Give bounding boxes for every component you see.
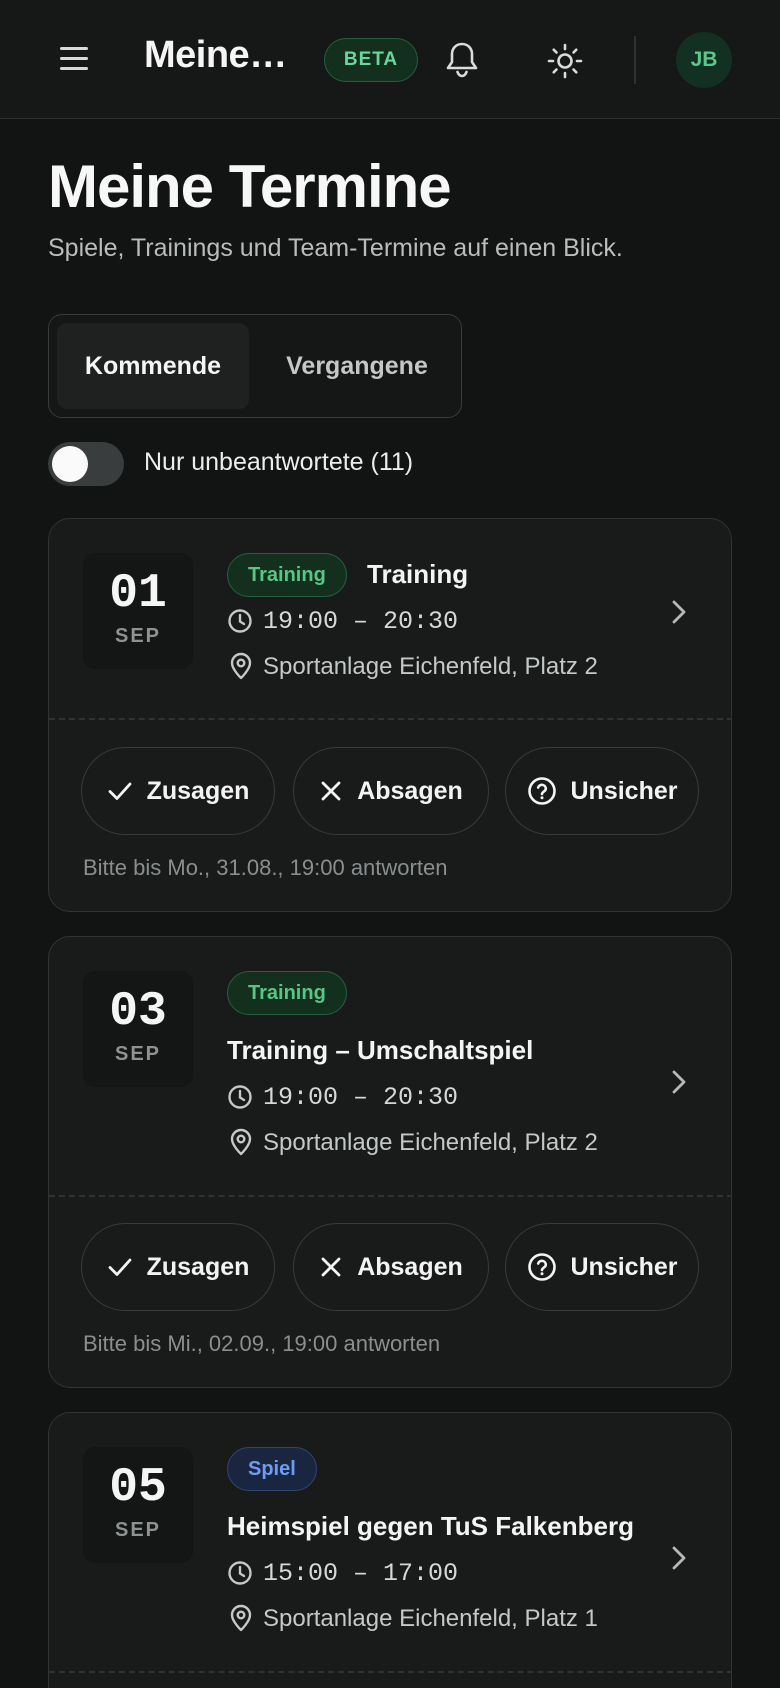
event-card: 01 SEP Training Training 19:00 – 20:30 S… bbox=[48, 518, 732, 912]
date-box: 01 SEP bbox=[83, 553, 193, 669]
tab-upcoming[interactable]: Kommende bbox=[57, 323, 249, 409]
event-type-badge: Spiel bbox=[227, 1447, 317, 1491]
toggle-knob bbox=[52, 446, 88, 482]
event-type-badge: Training bbox=[227, 971, 347, 1015]
card-divider bbox=[49, 1195, 731, 1197]
maybe-label: Unsicher bbox=[570, 1252, 678, 1281]
tab-switcher: Kommende Vergangene bbox=[48, 314, 462, 418]
chevron-right-icon[interactable] bbox=[669, 1543, 689, 1573]
location-pin-icon bbox=[230, 1128, 252, 1156]
page-title: Meine Termine bbox=[48, 153, 452, 220]
app-title: Meine… bbox=[144, 34, 287, 76]
accept-button[interactable]: Zusagen bbox=[81, 1223, 275, 1311]
accept-button[interactable]: Zusagen bbox=[81, 747, 275, 835]
clock-icon bbox=[228, 1085, 252, 1109]
beta-badge: BETA bbox=[324, 38, 418, 82]
chevron-right-icon[interactable] bbox=[669, 597, 689, 627]
date-day: 03 bbox=[109, 985, 167, 1039]
date-day: 01 bbox=[109, 567, 167, 621]
check-icon bbox=[108, 782, 131, 800]
maybe-button[interactable]: Unsicher bbox=[505, 1223, 699, 1311]
event-title[interactable]: Training bbox=[367, 559, 468, 590]
maybe-label: Unsicher bbox=[570, 776, 678, 805]
accept-label: Zusagen bbox=[146, 776, 250, 805]
close-icon bbox=[321, 1257, 341, 1277]
unanswered-toggle[interactable] bbox=[48, 442, 124, 486]
event-card: 05 SEP Spiel Heimspiel gegen TuS Falkenb… bbox=[48, 1412, 732, 1688]
event-card: 03 SEP Training Training – Umschaltspiel… bbox=[48, 936, 732, 1388]
clock-icon bbox=[228, 1561, 252, 1585]
location-pin-icon bbox=[230, 652, 252, 680]
bell-icon[interactable] bbox=[444, 40, 480, 80]
decline-button[interactable]: Absagen bbox=[293, 1223, 489, 1311]
chevron-right-icon[interactable] bbox=[669, 1067, 689, 1097]
tab-past[interactable]: Vergangene bbox=[259, 323, 455, 409]
response-deadline: Bitte bis Mo., 31.08., 19:00 antworten bbox=[83, 855, 448, 880]
avatar[interactable]: JB bbox=[676, 32, 732, 88]
close-icon bbox=[321, 781, 341, 801]
date-month: SEP bbox=[114, 1043, 162, 1065]
card-divider bbox=[49, 718, 731, 720]
header-divider bbox=[634, 36, 636, 84]
menu-icon[interactable] bbox=[58, 44, 94, 74]
page-subtitle: Spiele, Trainings und Team-Termine auf e… bbox=[48, 234, 623, 262]
event-location: Sportanlage Eichenfeld, Platz 2 bbox=[263, 653, 598, 680]
event-title[interactable]: Heimspiel gegen TuS Falkenberg bbox=[227, 1511, 634, 1542]
event-time: 19:00 – 20:30 bbox=[263, 1083, 459, 1112]
sun-icon[interactable] bbox=[546, 42, 584, 80]
accept-label: Zusagen bbox=[146, 1252, 250, 1281]
event-title[interactable]: Training – Umschaltspiel bbox=[227, 1035, 533, 1066]
date-day: 05 bbox=[109, 1461, 167, 1515]
check-icon bbox=[108, 1258, 131, 1276]
clock-icon bbox=[228, 609, 252, 633]
date-box: 05 SEP bbox=[83, 1447, 193, 1563]
date-month: SEP bbox=[114, 1519, 162, 1541]
card-divider bbox=[49, 1671, 731, 1673]
location-pin-icon bbox=[230, 1604, 252, 1632]
response-deadline: Bitte bis Mi., 02.09., 19:00 antworten bbox=[83, 1331, 441, 1356]
question-icon bbox=[527, 777, 556, 805]
app-header: Meine… BETA JB bbox=[0, 0, 780, 119]
date-month: SEP bbox=[114, 625, 162, 647]
date-box: 03 SEP bbox=[83, 971, 193, 1087]
event-location: Sportanlage Eichenfeld, Platz 1 bbox=[263, 1605, 598, 1632]
decline-label: Absagen bbox=[357, 1252, 463, 1281]
event-type-badge: Training bbox=[227, 553, 347, 597]
question-icon bbox=[527, 1253, 556, 1281]
event-time: 19:00 – 20:30 bbox=[263, 607, 459, 636]
unanswered-toggle-label: Nur unbeantwortete (11) bbox=[144, 448, 414, 476]
decline-button[interactable]: Absagen bbox=[293, 747, 489, 835]
event-location: Sportanlage Eichenfeld, Platz 2 bbox=[263, 1129, 598, 1156]
decline-label: Absagen bbox=[357, 776, 463, 805]
event-time: 15:00 – 17:00 bbox=[263, 1559, 459, 1588]
maybe-button[interactable]: Unsicher bbox=[505, 747, 699, 835]
